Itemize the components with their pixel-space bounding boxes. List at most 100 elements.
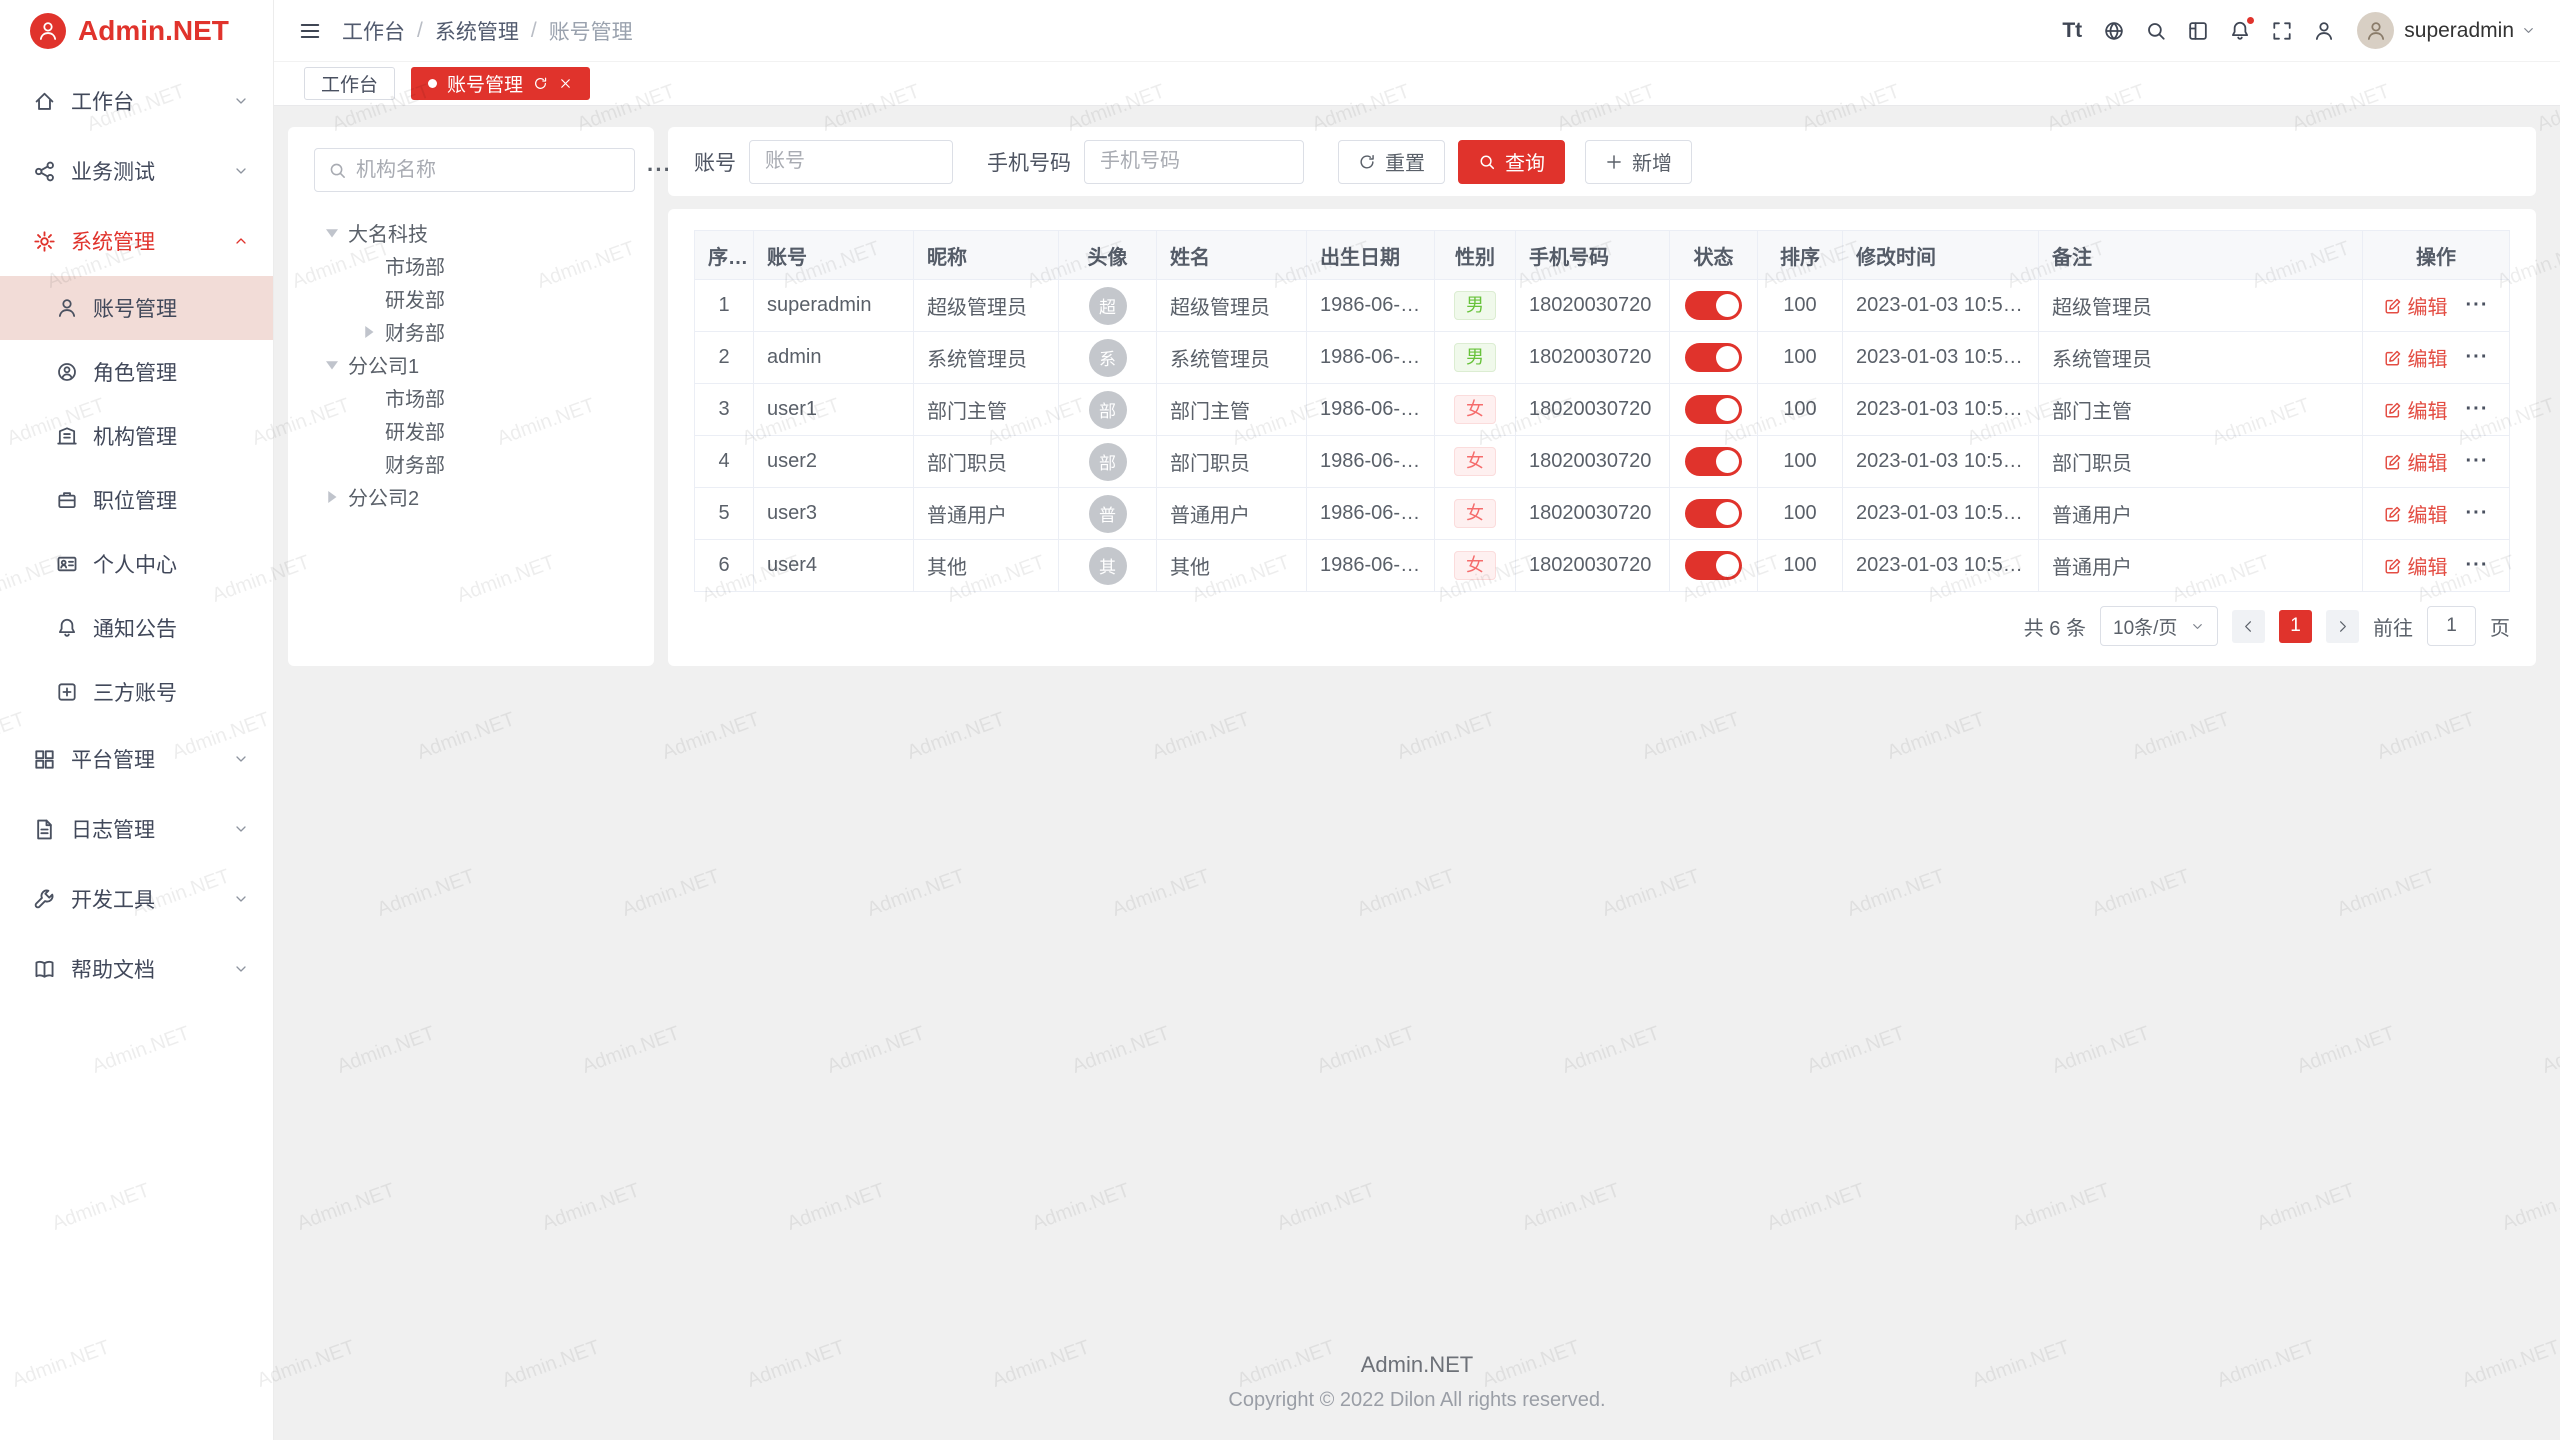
more-actions-button[interactable]: ··· [2466, 450, 2489, 472]
tree-node[interactable]: 大名科技 [314, 216, 628, 249]
edit-icon [2384, 453, 2402, 471]
status-toggle[interactable] [1685, 447, 1742, 476]
menu-collapse-button[interactable] [298, 19, 322, 43]
edit-button[interactable]: 编辑 [2384, 343, 2448, 372]
edit-button[interactable]: 编辑 [2384, 551, 2448, 580]
sidebar-item-role-management[interactable]: 角色管理 [0, 340, 273, 404]
next-page-button[interactable] [2326, 610, 2359, 643]
sidebar-item-label: 角色管理 [93, 357, 177, 387]
sidebar-item-third-account[interactable]: 三方账号 [0, 660, 273, 724]
sidebar-item-label: 系统管理 [71, 226, 218, 256]
tab-close-icon[interactable] [558, 76, 573, 91]
tab-label: 工作台 [321, 70, 378, 97]
tree-node[interactable]: 分公司1 [314, 348, 628, 381]
status-toggle[interactable] [1685, 551, 1742, 580]
bell-icon [56, 617, 78, 639]
account-filter-input[interactable] [749, 140, 953, 184]
brand-logo-icon [30, 13, 66, 49]
edit-button[interactable]: 编辑 [2384, 447, 2448, 476]
search-icon [328, 161, 347, 180]
more-actions-button[interactable]: ··· [2466, 398, 2489, 420]
cell-modified-time: 2023-01-03 10:59:44 [1843, 488, 2039, 540]
tree-node[interactable]: 研发部 [314, 282, 628, 315]
profile-shortcut-button[interactable] [2303, 0, 2345, 62]
prev-page-button[interactable] [2232, 610, 2265, 643]
sidebar-item-post-management[interactable]: 职位管理 [0, 468, 273, 532]
avatar[interactable] [2357, 12, 2394, 49]
page-size-select[interactable]: 10条/页 [2100, 606, 2218, 646]
breadcrumb-item[interactable]: 工作台 [342, 16, 405, 46]
cell-account: user4 [754, 540, 914, 592]
global-search-button[interactable] [2135, 0, 2177, 62]
font-size-button[interactable]: Tt [2051, 0, 2093, 62]
tree-node[interactable]: 财务部 [314, 315, 628, 348]
tree-node[interactable]: 财务部 [314, 447, 628, 480]
status-toggle[interactable] [1685, 499, 1742, 528]
column-header: 排序 [1758, 231, 1843, 280]
cell-modified-time: 2023-01-03 10:59:44 [1843, 384, 2039, 436]
caret-right-icon [320, 485, 344, 509]
reset-label: 重置 [1385, 147, 1425, 176]
cell-phone: 18020030720 [1516, 488, 1670, 540]
sidebar-item-personal-center[interactable]: 个人中心 [0, 532, 273, 596]
sidebar-item-system-management[interactable]: 系统管理 [0, 206, 273, 276]
cell-operations: 编辑 ··· [2363, 436, 2510, 488]
notifications-button[interactable] [2219, 0, 2261, 62]
tree-node[interactable]: 分公司2 [314, 480, 628, 513]
cell-birthdate: 1986-06-28 [1307, 488, 1435, 540]
cell-avatar: 其 [1059, 540, 1157, 592]
status-toggle[interactable] [1685, 343, 1742, 372]
edit-button[interactable]: 编辑 [2384, 291, 2448, 320]
tree-node[interactable]: 研发部 [314, 414, 628, 447]
edit-button[interactable]: 编辑 [2384, 395, 2448, 424]
cell-status [1670, 488, 1758, 540]
cell-index: 4 [695, 436, 754, 488]
add-button[interactable]: 新增 [1585, 140, 1692, 184]
total-count: 共 6 条 [2024, 612, 2086, 641]
goto-page-input[interactable] [2427, 606, 2476, 646]
layout-settings-button[interactable] [2177, 0, 2219, 62]
sidebar-item-org-management[interactable]: 机构管理 [0, 404, 273, 468]
cell-gender: 女 [1435, 384, 1516, 436]
edit-button[interactable]: 编辑 [2384, 499, 2448, 528]
tree-node[interactable]: 市场部 [314, 381, 628, 414]
sidebar-item-label: 三方账号 [93, 677, 177, 707]
reset-button[interactable]: 重置 [1338, 140, 1445, 184]
sidebar-item-help-docs[interactable]: 帮助文档 [0, 934, 273, 1004]
org-search-input[interactable] [356, 159, 621, 182]
phone-filter-input[interactable] [1084, 140, 1304, 184]
tab-refresh-icon[interactable] [533, 76, 548, 91]
table-row: 6user4其他其其他1986-06-28女180200307201002023… [695, 540, 2510, 592]
tree-node-label: 大名科技 [348, 218, 428, 247]
sidebar-item-log-management[interactable]: 日志管理 [0, 794, 273, 864]
sidebar-item-business-test[interactable]: 业务测试 [0, 136, 273, 206]
right-column: 账号 手机号码 重置 查询 新增 [668, 127, 2536, 666]
tree-node[interactable]: 市场部 [314, 249, 628, 282]
cell-nickname: 部门主管 [914, 384, 1059, 436]
page-number-button[interactable]: 1 [2279, 610, 2312, 643]
more-actions-button[interactable]: ··· [2466, 554, 2489, 576]
user-menu[interactable]: superadmin [2404, 19, 2536, 43]
cell-remark: 部门主管 [2039, 384, 2363, 436]
tab-account-management[interactable]: 账号管理 [411, 67, 590, 100]
status-toggle[interactable] [1685, 395, 1742, 424]
sidebar-item-dev-tools[interactable]: 开发工具 [0, 864, 273, 934]
query-button[interactable]: 查询 [1458, 140, 1565, 184]
cell-remark: 普通用户 [2039, 540, 2363, 592]
sidebar-item-account-management[interactable]: 账号管理 [0, 276, 273, 340]
more-actions-button[interactable]: ··· [2466, 346, 2489, 368]
status-toggle[interactable] [1685, 291, 1742, 320]
sidebar: Admin.NET 工作台业务测试系统管理账号管理角色管理机构管理职位管理个人中… [0, 0, 274, 1440]
more-actions-button[interactable]: ··· [2466, 294, 2489, 316]
more-actions-button[interactable]: ··· [2466, 502, 2489, 524]
breadcrumb-item[interactable]: 系统管理 [435, 16, 519, 46]
fullscreen-button[interactable] [2261, 0, 2303, 62]
sidebar-item-notice-announcement[interactable]: 通知公告 [0, 596, 273, 660]
cell-remark: 普通用户 [2039, 488, 2363, 540]
edit-label: 编辑 [2408, 499, 2448, 528]
book-icon [33, 958, 56, 981]
sidebar-item-workbench[interactable]: 工作台 [0, 66, 273, 136]
sidebar-item-platform-management[interactable]: 平台管理 [0, 724, 273, 794]
language-button[interactable] [2093, 0, 2135, 62]
tab-workbench[interactable]: 工作台 [304, 67, 395, 100]
